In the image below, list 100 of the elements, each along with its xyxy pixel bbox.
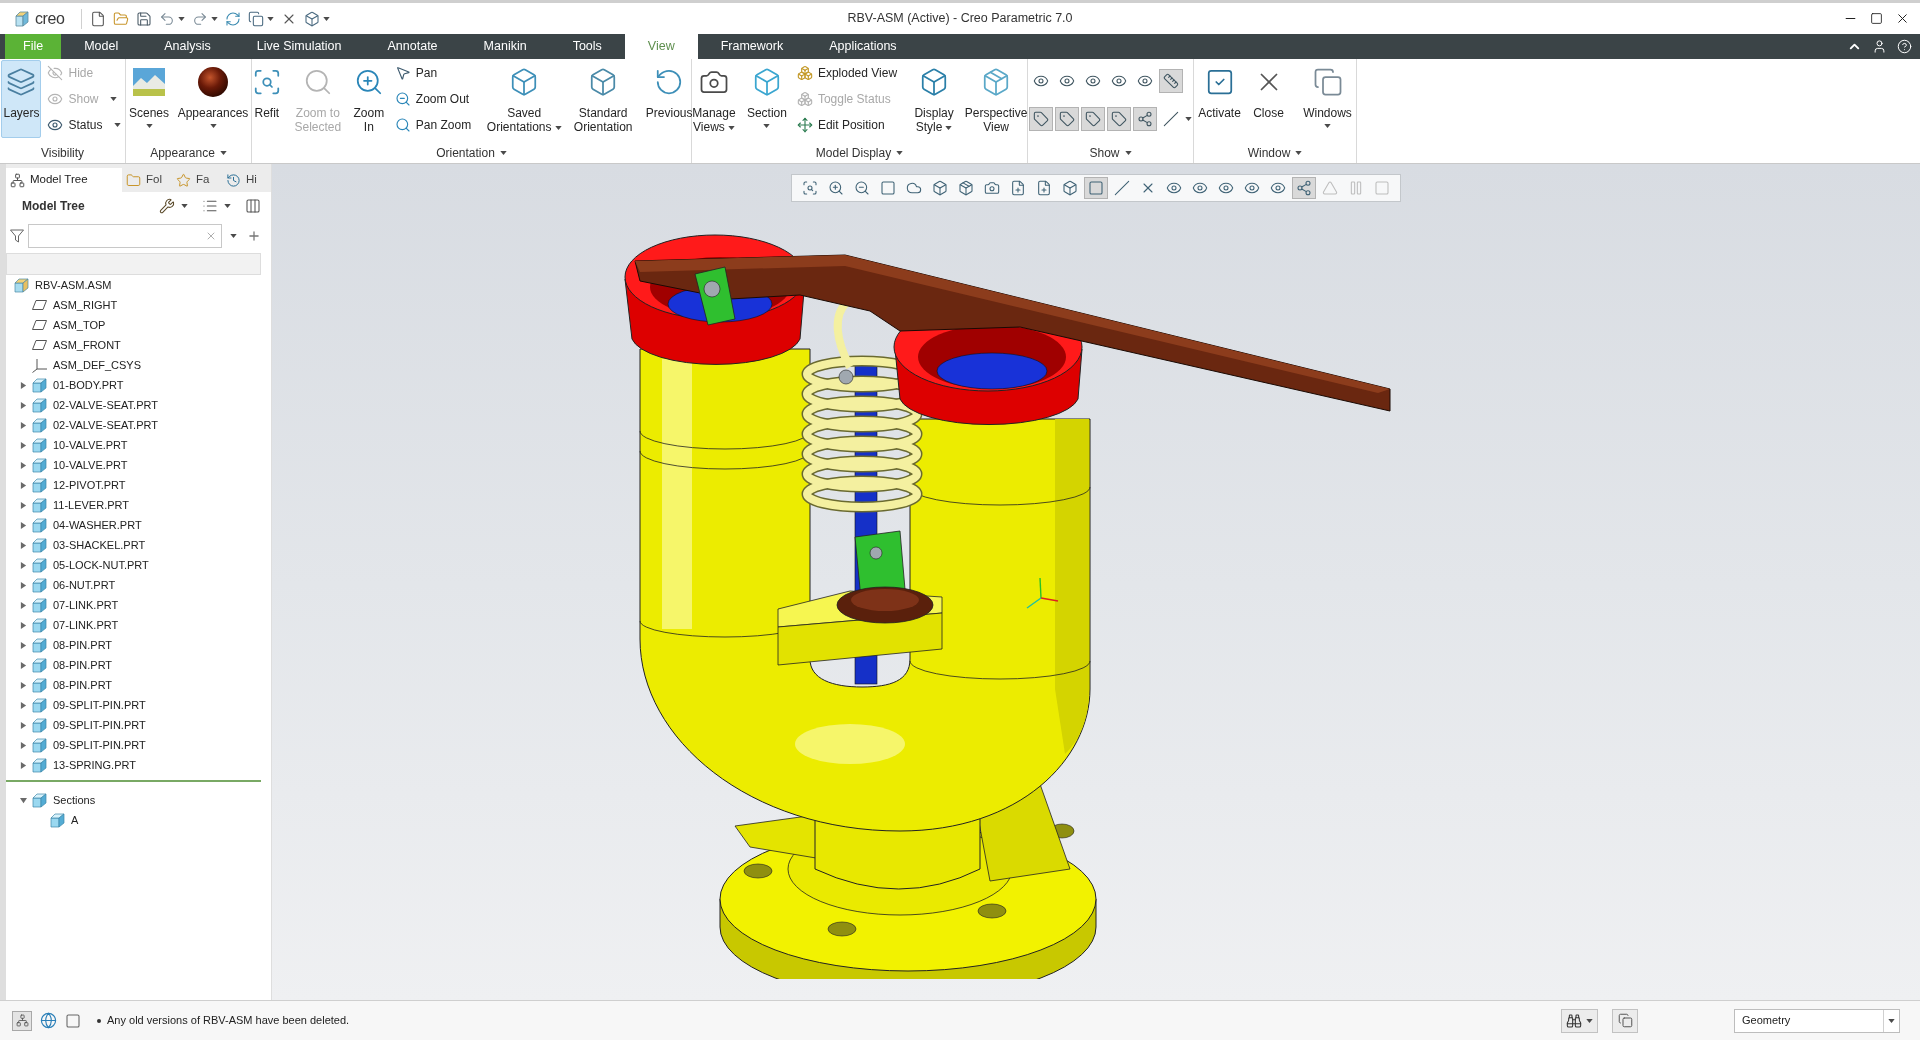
maximize-icon[interactable]	[1870, 12, 1883, 25]
caret-icon[interactable]	[266, 16, 274, 21]
tree-item[interactable]: 11-LEVER.PRT	[6, 495, 271, 515]
ribbon-button[interactable]: Layers	[1, 60, 42, 138]
user-icon[interactable]	[1872, 39, 1887, 54]
expand-arrow-icon[interactable]	[19, 401, 27, 409]
ribbon-button[interactable]: Zoom In	[348, 60, 389, 138]
tree-item[interactable]: 09-SPLIT-PIN.PRT	[6, 715, 271, 735]
expand-arrow-icon[interactable]	[19, 581, 27, 589]
panel-tab[interactable]: Model Tree	[6, 168, 122, 192]
tree-item[interactable]: 04-WASHER.PRT	[6, 515, 271, 535]
save-icon[interactable]	[135, 10, 152, 27]
toolbar-button[interactable]	[1292, 177, 1316, 199]
ribbon-tab[interactable]: Annotate	[364, 34, 461, 59]
expand-arrow-icon[interactable]	[19, 641, 27, 649]
cube-icon[interactable]	[303, 10, 320, 27]
refresh-icon[interactable]	[224, 10, 241, 27]
tree-item[interactable]: ASM_TOP	[6, 315, 271, 335]
caret-icon[interactable]	[322, 16, 330, 21]
expand-arrow-icon[interactable]	[19, 721, 27, 729]
ribbon-tab[interactable]: Model	[61, 34, 142, 59]
list-icon[interactable]	[202, 198, 218, 214]
ribbon-button[interactable]: Section	[742, 60, 791, 138]
selection-filter-dropdown[interactable]: Geometry	[1734, 1008, 1900, 1033]
ribbon-tab[interactable]: Tools	[549, 34, 625, 59]
tree-item[interactable]: 07-LINK.PRT	[6, 595, 271, 615]
ribbon-button[interactable]: Status	[44, 112, 124, 138]
toggle-button[interactable]	[1159, 69, 1183, 93]
ribbon-button[interactable]: Pan Zoom	[391, 112, 475, 138]
tree-item[interactable]: 02-VALVE-SEAT.PRT	[6, 415, 271, 435]
expand-arrow-icon[interactable]	[19, 601, 27, 609]
expand-arrow-icon[interactable]	[19, 621, 27, 629]
tree-item[interactable]: ASM_FRONT	[6, 335, 271, 355]
group-menu-button[interactable]: Model Display	[815, 144, 904, 162]
expand-arrow-icon[interactable]	[19, 441, 27, 449]
caret-icon[interactable]	[230, 234, 237, 238]
group-menu-button[interactable]: Window	[1247, 144, 1303, 162]
expand-arrow-icon[interactable]	[19, 461, 27, 469]
tree-item[interactable]: ASM_RIGHT	[6, 295, 271, 315]
ribbon-button[interactable]: Saved Orientations	[484, 60, 565, 138]
panel-tab[interactable]: Fol	[122, 168, 172, 192]
close-icon[interactable]	[1895, 11, 1910, 26]
caret-icon[interactable]	[177, 16, 185, 21]
tree-item[interactable]: 08-PIN.PRT	[6, 635, 271, 655]
caret-icon[interactable]	[181, 204, 188, 208]
find-button[interactable]	[1561, 1008, 1598, 1033]
expand-arrow-icon[interactable]	[19, 661, 27, 669]
search-field[interactable]	[28, 224, 222, 248]
tree-item[interactable]: 12-PIVOT.PRT	[6, 475, 271, 495]
tree-item[interactable]: 02-VALVE-SEAT.PRT	[6, 395, 271, 415]
tree-item[interactable]: 10-VALVE.PRT	[6, 435, 271, 455]
tree-item[interactable]: 03-SHACKEL.PRT	[6, 535, 271, 555]
expand-arrow-icon[interactable]	[19, 561, 27, 569]
ribbon-tab[interactable]: Analysis	[141, 34, 234, 59]
toggle-button[interactable]	[1029, 107, 1053, 131]
ribbon-button[interactable]: Exploded View	[793, 60, 901, 86]
caret-icon[interactable]	[1185, 117, 1192, 121]
ribbon-tab[interactable]: Manikin	[460, 34, 550, 59]
caret-icon[interactable]	[224, 204, 231, 208]
ribbon-button[interactable]: Pan	[391, 60, 475, 86]
toggle-button[interactable]	[1081, 107, 1105, 131]
globe-icon[interactable]	[40, 1012, 57, 1029]
expand-arrow-icon[interactable]	[19, 501, 27, 509]
expand-arrow-icon[interactable]	[19, 421, 27, 429]
tree-item[interactable]: 05-LOCK-NUT.PRT	[6, 555, 271, 575]
ribbon-tab[interactable]: Live Simulation	[233, 34, 365, 59]
expand-arrow-icon[interactable]	[19, 681, 27, 689]
tree-item[interactable]: 10-VALVE.PRT	[6, 455, 271, 475]
tree-item[interactable]: 07-LINK.PRT	[6, 615, 271, 635]
help-icon[interactable]	[1897, 39, 1912, 54]
ribbon-button[interactable]: Perspective View	[961, 60, 1032, 138]
filter-icon[interactable]	[10, 229, 24, 243]
expand-arrow-icon[interactable]	[19, 541, 27, 549]
ribbon-button[interactable]: Appearances	[175, 60, 251, 138]
caret-icon[interactable]	[210, 16, 218, 21]
ribbon-button[interactable]: Close	[1248, 60, 1289, 138]
ribbon-button[interactable]: Edit Position	[793, 112, 901, 138]
group-menu-button[interactable]: Orientation	[436, 144, 507, 162]
tree-item[interactable]: ASM_DEF_CSYS	[6, 355, 271, 375]
tree-item[interactable]: RBV-ASM.ASM	[6, 275, 271, 295]
group-menu-button[interactable]: Appearance	[150, 144, 227, 162]
plus-icon[interactable]	[247, 229, 261, 243]
wrench-icon[interactable]	[159, 198, 175, 214]
ribbon-button[interactable]: Display Style	[910, 60, 959, 138]
toggle-button[interactable]	[1055, 107, 1079, 131]
ribbon-button[interactable]: Windows	[1298, 60, 1357, 138]
ribbon-tab[interactable]: Framework	[697, 34, 807, 59]
ribbon-button[interactable]: Standard Orientation	[567, 60, 640, 138]
tree-item[interactable]: Sections	[6, 790, 271, 810]
tree-toggle-button[interactable]	[12, 1010, 32, 1031]
tree-item[interactable]: 01-BODY.PRT	[6, 375, 271, 395]
tree-item[interactable]: 13-SPRING.PRT	[6, 755, 271, 775]
tree-item[interactable]: 09-SPLIT-PIN.PRT	[6, 695, 271, 715]
smart-filter-button[interactable]	[1612, 1008, 1638, 1033]
panel-tab[interactable]: Fa	[172, 168, 222, 192]
document-icon[interactable]	[89, 10, 106, 27]
expand-arrow-icon[interactable]	[19, 741, 27, 749]
expand-arrow-icon[interactable]	[19, 701, 27, 709]
panel-tab[interactable]: Hi	[222, 168, 268, 192]
columns-icon[interactable]	[245, 198, 261, 214]
